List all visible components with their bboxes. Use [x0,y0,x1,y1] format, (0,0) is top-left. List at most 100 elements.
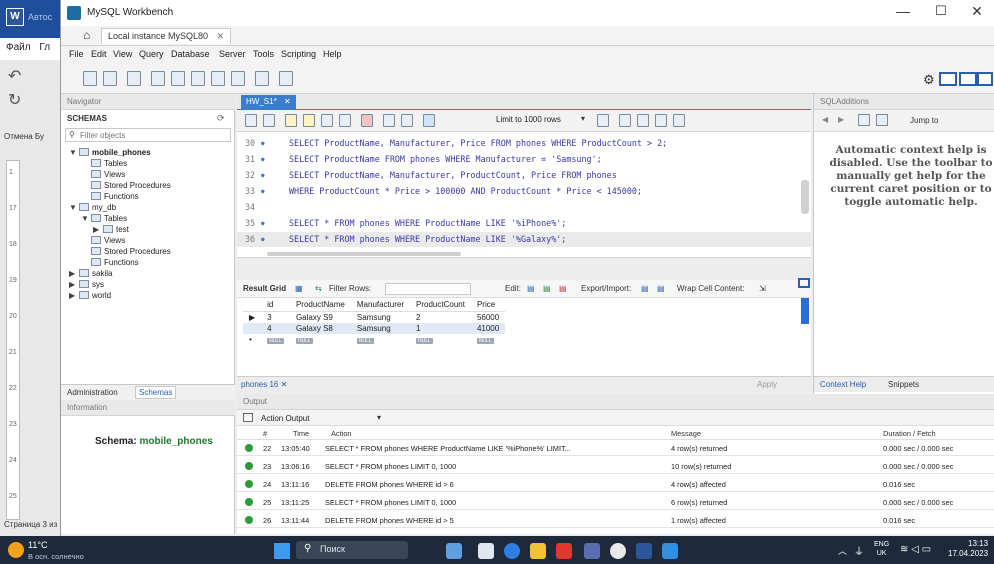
table-cell[interactable]: Samsung [351,311,410,323]
chevron-down-icon[interactable]: ▾ [377,413,381,422]
code-line[interactable]: 32 SELECT ProductName, Manufacturer, Prod… [237,168,811,183]
tree-item[interactable]: ▶ sys [69,280,104,289]
menu-tools[interactable]: Tools [253,49,274,59]
tab-schemas[interactable]: Schemas [135,386,177,399]
execute-icon[interactable] [285,114,297,127]
close-result-tab-icon[interactable]: ✕ [281,380,288,389]
close-editor-tab-icon[interactable]: ✕ [284,97,291,106]
menu-database[interactable]: Database [171,49,210,59]
apply-button[interactable]: Apply [757,380,777,389]
reconnect-icon[interactable] [279,71,293,86]
close-tab-icon[interactable]: ✕ [217,31,225,41]
create-table-icon[interactable] [171,71,185,86]
expand-icon[interactable]: ▼ [69,148,79,157]
expand-icon[interactable]: ▼ [81,214,91,223]
table-cell[interactable]: Galaxy S8 [289,322,351,334]
code-line[interactable]: 30 SELECT ProductName, Manufacturer, Pric… [237,136,811,151]
undo-icon[interactable]: ↶ [8,66,21,86]
edit-row-icon[interactable]: ▤ [527,284,535,293]
tree-item[interactable]: ▼ my_db [69,203,116,212]
add-row-icon[interactable]: ▤ [543,284,551,293]
new-sql-tab-icon[interactable] [83,71,97,86]
yandex-browser-icon[interactable] [556,543,572,559]
collapse-icon[interactable]: ▶ [69,291,79,300]
tree-item[interactable]: Views [81,236,125,245]
null-cell[interactable]: NULL [290,334,351,345]
code-line[interactable]: 35 SELECT * FROM phones WHERE ProductName… [237,216,811,231]
column-header[interactable]: ProductCount [410,298,471,312]
refresh-icon[interactable]: ⟳ [217,113,225,124]
menu-server[interactable]: Server [219,49,246,59]
grid-view-icon[interactable]: ▦ [295,284,303,293]
rollback-icon[interactable] [401,114,413,127]
null-cell[interactable]: NULL [410,334,471,345]
toggle-secondary-sidebar-icon[interactable] [977,72,993,86]
open-file-icon[interactable] [245,114,257,127]
word-icon[interactable] [636,543,652,559]
tree-item[interactable]: Stored Procedures [81,247,171,256]
search-table-data-icon[interactable] [255,71,269,86]
new-row[interactable]: • NULL NULL NULL NULL NULL [243,334,505,345]
result-tab-phones[interactable]: phones 16 ✕ [241,380,287,389]
menu-edit[interactable]: Edit [91,49,107,59]
tree-item[interactable]: ▼ mobile_phones [69,148,151,157]
chat-icon[interactable] [504,543,520,559]
store-icon[interactable] [584,543,600,559]
forward-icon[interactable]: ▶ [838,115,844,124]
taskbar-search[interactable]: ⚲ Поиск [296,541,408,559]
back-icon[interactable]: ◀ [822,115,828,124]
output-row[interactable]: 25 13:11:25 SELECT * FROM phones LIMIT 0, … [237,495,994,510]
column-header[interactable]: ProductName [289,298,351,312]
manual-help-icon[interactable] [876,114,888,126]
table-cell[interactable]: 56000 [471,311,505,323]
null-cell[interactable]: NULL [351,334,410,345]
weather-icon[interactable] [8,542,24,558]
beautify-icon[interactable] [597,114,609,127]
tree-item[interactable]: ▶ world [69,291,111,300]
tab-context-help[interactable]: Context Help [820,380,866,389]
code-line[interactable]: 36 SELECT * FROM phones WHERE ProductName… [237,232,811,247]
autocommit-icon[interactable] [423,114,435,127]
tree-item[interactable]: Functions [81,258,139,267]
toggle-sidebar-icon[interactable] [939,72,957,86]
create-view-icon[interactable] [191,71,205,86]
menu-file[interactable]: File [69,49,84,59]
create-schema-icon[interactable] [151,71,165,86]
tree-item[interactable]: Stored Procedures [81,181,171,190]
collapse-icon[interactable]: ▶ [93,225,103,234]
language-indicator[interactable]: ENG UK [874,540,889,558]
home-icon[interactable]: ⌂ [83,28,90,42]
result-grid-tab[interactable]: Result Grid [243,284,286,293]
clock[interactable]: 13:13 17.04.2023 [948,539,988,559]
null-cell[interactable]: NULL [261,334,290,345]
result-grid-side-button[interactable] [798,278,810,288]
collapse-icon[interactable]: ▶ [69,280,79,289]
filter-rows-input[interactable] [385,283,471,295]
close-button[interactable]: ✕ [961,3,993,23]
word-menu-file[interactable]: Файл [6,42,31,53]
gear-icon[interactable]: ⚙ [923,72,935,88]
tree-item[interactable]: ▼ Tables [81,214,127,223]
commit-icon[interactable] [383,114,395,127]
open-sql-script-icon[interactable] [103,71,117,86]
minimize-button[interactable]: — [887,3,919,23]
tree-item[interactable]: Tables [81,159,127,168]
stop-icon[interactable] [339,114,351,127]
create-function-icon[interactable] [231,71,245,86]
toggle-output-icon[interactable] [959,72,977,86]
filter-objects-input[interactable] [80,129,228,141]
collapse-icon[interactable]: ▶ [69,269,79,278]
tree-item[interactable]: ▶ sakila [69,269,112,278]
export-icon[interactable]: ▤ [641,284,649,293]
vscode-icon[interactable] [662,543,678,559]
output-row[interactable]: 22 13:05:40 SELECT * FROM phones WHERE Pro… [237,441,994,456]
inspector-icon[interactable] [127,71,141,86]
code-line[interactable]: 33 WHERE ProductCount * Price > 100000 AN… [237,184,811,199]
table-cell[interactable]: Samsung [350,322,411,334]
connection-tab[interactable]: Local instance MySQL80 ✕ [101,28,232,44]
create-procedure-icon[interactable] [211,71,225,86]
tab-administration[interactable]: Administration [67,388,118,397]
invisible-chars-icon[interactable] [637,114,649,127]
table-cell[interactable]: 2 [410,311,471,323]
table-cell[interactable]: 4 [261,322,290,334]
